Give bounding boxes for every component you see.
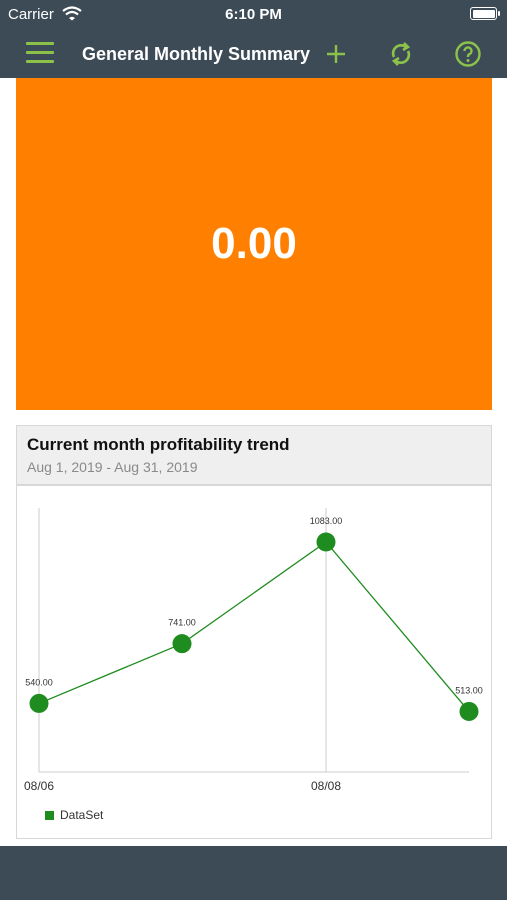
chart-legend: DataSet	[45, 808, 103, 822]
data-point	[459, 701, 479, 721]
data-label: 1083.00	[310, 516, 343, 526]
data-label: 513.00	[455, 685, 483, 695]
line-chart[interactable]: 540.00 741.00 1083.00 513.00 08/06 08/08	[17, 486, 491, 806]
kpi-tile[interactable]: 0.00	[16, 78, 492, 410]
chart-card: Current month profitability trend Aug 1,…	[16, 425, 492, 839]
kpi-value: 0.00	[211, 219, 297, 268]
status-time: 6:10 PM	[225, 6, 282, 23]
data-point	[172, 634, 192, 654]
refresh-icon[interactable]	[385, 38, 417, 70]
status-bar: Carrier 6:10 PM	[0, 0, 507, 30]
data-point	[316, 532, 336, 552]
data-label: 741.00	[168, 618, 196, 628]
battery-icon	[470, 7, 500, 20]
bottom-bar	[0, 846, 507, 900]
page-title: General Monthly Summary	[82, 44, 311, 64]
legend-label: DataSet	[60, 808, 104, 822]
chart-title: Current month profitability trend	[27, 435, 290, 454]
legend-swatch	[45, 810, 54, 820]
series-line	[38, 541, 470, 712]
help-icon[interactable]	[452, 38, 484, 70]
chart-date-range: Aug 1, 2019 - Aug 31, 2019	[27, 459, 198, 475]
menu-icon[interactable]	[26, 42, 54, 64]
nav-bar: General Monthly Summary	[0, 30, 507, 78]
x-tick-label: 08/08	[311, 779, 341, 793]
x-tick-label: 08/06	[24, 779, 54, 793]
data-label: 540.00	[25, 677, 53, 687]
data-point	[29, 693, 49, 713]
add-icon[interactable]	[320, 38, 352, 70]
chart-header: Current month profitability trend Aug 1,…	[17, 426, 491, 486]
